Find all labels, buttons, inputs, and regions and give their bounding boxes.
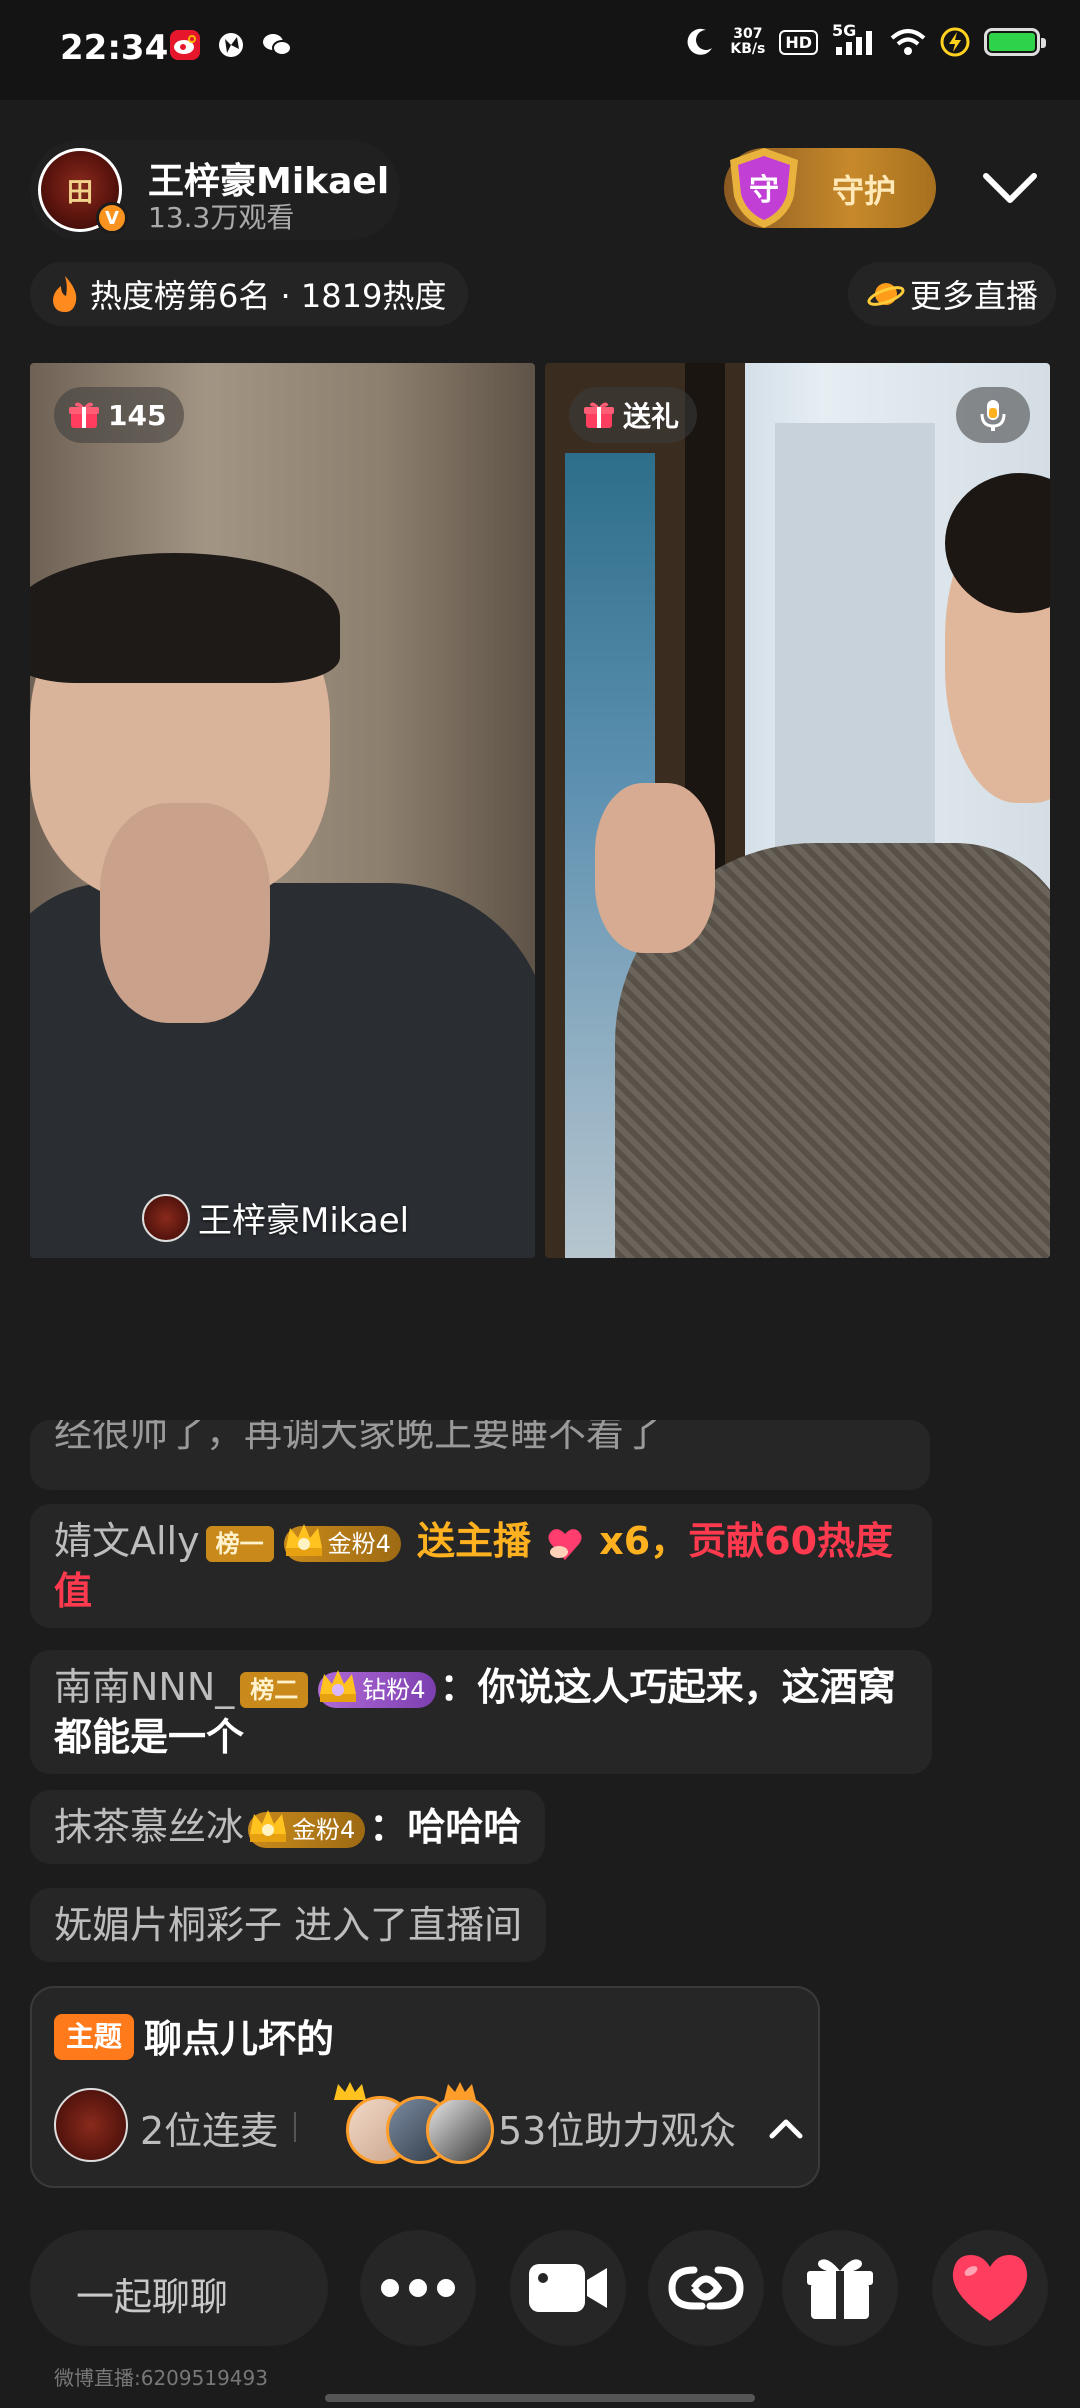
crown-icon: [250, 1809, 287, 1842]
helper-avatars[interactable]: [322, 2082, 512, 2168]
host-gift-count: 145: [108, 398, 167, 432]
guest-video-hand: [595, 783, 715, 953]
gift-box-icon: [807, 2259, 873, 2319]
gift-count: x6，: [599, 1519, 689, 1563]
guard-label: 守护: [832, 172, 897, 210]
host-gift-count-pill[interactable]: 145: [54, 387, 185, 443]
host-video-hair: [30, 553, 340, 683]
crown-icon: [444, 2082, 476, 2100]
chevron-down-icon[interactable]: [982, 168, 1038, 208]
gift-action-text: 送主播: [416, 1519, 531, 1563]
host-video-panel[interactable]: 145 王梓豪Mikael: [30, 363, 535, 1258]
heart-icon: [952, 2255, 1028, 2321]
charging-icon: [940, 27, 970, 57]
status-notification-icons: [170, 30, 292, 60]
heat-rank-text: 热度榜第6名 · 1819热度: [90, 277, 447, 315]
video-camera-icon: [529, 2264, 607, 2312]
chat-username[interactable]: 婧文Ally: [54, 1519, 200, 1563]
moon-icon: [687, 28, 713, 55]
guest-send-gift-label: 送礼: [623, 400, 680, 433]
chat-text: 哈哈哈: [407, 1805, 522, 1849]
status-right-icons: 307 KB/s HD 5G: [684, 21, 1046, 58]
more-button[interactable]: [360, 2230, 476, 2346]
lianmai-count[interactable]: 2位连麦: [140, 2100, 278, 2155]
fan-badge: 金粉4: [283, 1523, 401, 1562]
home-indicator[interactable]: [325, 2394, 755, 2402]
planet-icon: [867, 283, 905, 306]
more-dots-icon: [381, 2279, 455, 2297]
browser-icon: [216, 30, 246, 60]
battery-icon: [984, 28, 1046, 56]
viewer-count: 13.3万观看: [148, 201, 295, 234]
live-room-id: 微博直播:6209519493: [54, 2366, 268, 2390]
microphone-icon: [980, 400, 1006, 431]
chat-message[interactable]: 婧文Ally 榜一 金粉4 送主播 x6，贡献60热度值: [30, 1504, 932, 1628]
svg-text:守: 守: [749, 173, 779, 208]
video-call-button[interactable]: [510, 2230, 626, 2346]
chevron-up-icon[interactable]: [766, 2114, 806, 2142]
more-live-button[interactable]: 更多直播: [847, 262, 1056, 326]
fan-badge: 钻粉4: [318, 1669, 436, 1708]
verified-badge-icon: V: [96, 202, 128, 234]
gift-icon: [584, 402, 614, 428]
host-video-hand: [100, 803, 270, 1023]
more-live-label: 更多直播: [909, 277, 1038, 315]
link-icon: [668, 2266, 744, 2310]
chat-username[interactable]: 妩媚片桐彩子: [54, 1903, 282, 1947]
weibo-icon: [170, 30, 200, 60]
crown-icon: [334, 2082, 366, 2100]
signal-bars-icon: [836, 31, 872, 55]
guard-button[interactable]: 守 守护: [724, 148, 936, 228]
fire-icon: [53, 276, 77, 312]
rank-badge: 榜一: [205, 1525, 274, 1562]
helper-count[interactable]: 53位助力观众: [498, 2100, 736, 2155]
rank-badge: 榜二: [240, 1671, 309, 1708]
signal-strength: 5G: [832, 21, 876, 57]
topic-divider: [294, 2112, 296, 2142]
chat-message[interactable]: 妩媚片桐彩子 进入了直播间: [30, 1888, 547, 1962]
helper-avatar: [426, 2096, 494, 2164]
name-tag-avatar: [142, 1193, 190, 1242]
lianmai-avatar[interactable]: [54, 2088, 128, 2162]
heat-rank-pill[interactable]: 热度榜第6名 · 1819热度: [30, 262, 469, 326]
topic-title: 聊点儿坏的: [144, 2017, 335, 2061]
finger-heart-gift-icon: [548, 1528, 582, 1560]
like-button[interactable]: [932, 2230, 1048, 2346]
guest-video-panel[interactable]: 送礼: [545, 363, 1050, 1258]
chat-username[interactable]: 南南NNN_: [54, 1665, 234, 1709]
guest-mic-indicator: [956, 387, 1030, 443]
wifi-icon: [890, 29, 926, 55]
chat-message[interactable]: 南南NNN_ 榜二 钻粉4 ：你说这人巧起来，这酒窝都能是一个: [30, 1650, 932, 1774]
hd-badge: HD: [779, 29, 818, 55]
host-info[interactable]: 田 V 王梓豪Mikael 13.3万观看: [30, 140, 400, 240]
guest-send-gift-pill[interactable]: 送礼: [569, 387, 698, 443]
crown-icon: [320, 1669, 357, 1702]
chat-input[interactable]: 一起聊聊: [30, 2230, 328, 2346]
chat-message-partial: 经很帅了，再调大家晚上要睡不着了: [30, 1420, 930, 1490]
network-speed: 307 KB/s: [730, 26, 766, 57]
guard-shield-icon: 守: [730, 148, 798, 228]
gift-button[interactable]: [782, 2230, 898, 2346]
crown-icon: [285, 1523, 322, 1556]
topic-card[interactable]: 主题 聊点儿坏的 2位连麦 53位助力观众: [30, 1986, 820, 2188]
chat-message[interactable]: 抹茶慕丝冰 金粉4 ：哈哈哈: [30, 1790, 546, 1864]
chat-username[interactable]: 抹茶慕丝冰: [54, 1805, 244, 1849]
chat-text: 进入了直播间: [294, 1903, 523, 1947]
status-time: 22:34: [60, 28, 169, 68]
gift-icon: [69, 402, 99, 428]
topic-tag: 主题: [54, 2014, 135, 2060]
link-mic-button[interactable]: [648, 2230, 764, 2346]
wechat-icon: [262, 30, 292, 60]
status-bar: 22:34 307 KB/s HD 5G: [0, 0, 1080, 100]
fan-badge: 金粉4: [248, 1809, 366, 1848]
host-name-tag: 王梓豪Mikael: [142, 1193, 409, 1242]
